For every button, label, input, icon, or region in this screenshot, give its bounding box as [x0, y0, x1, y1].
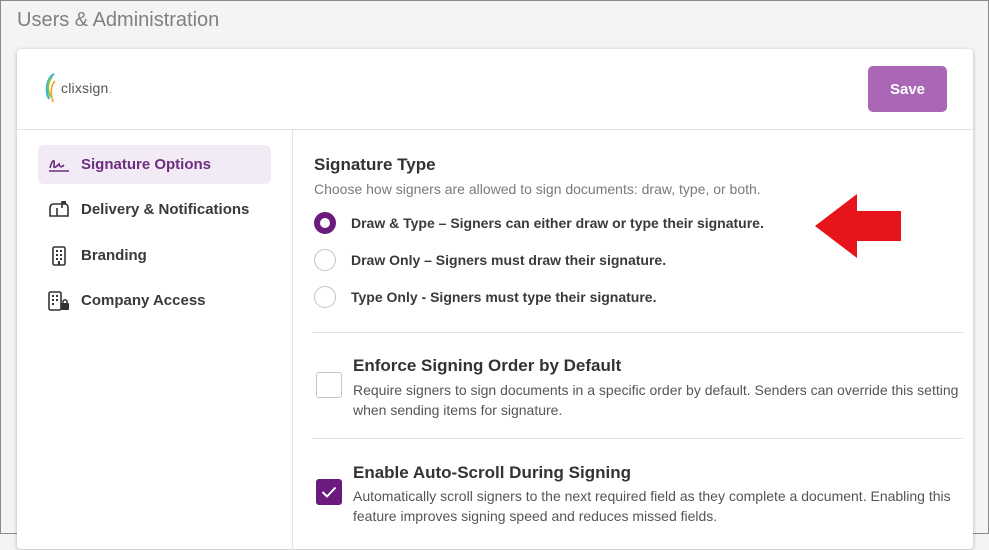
sidebar: Signature Options Delivery & Notificatio…: [17, 130, 293, 550]
divider: [312, 438, 963, 439]
checkmark-icon: [321, 486, 337, 498]
sidebar-item-signature-options[interactable]: Signature Options: [38, 145, 271, 184]
sidebar-item-company-access[interactable]: Company Access: [38, 281, 271, 320]
clixsign-logo: clixsign .: [43, 71, 112, 105]
sidebar-item-label: Branding: [81, 247, 147, 264]
building-lock-icon: [48, 290, 70, 312]
settings-card: clixsign . Save Signature Options Delive…: [17, 49, 973, 550]
signature-type-description: Choose how signers are allowed to sign d…: [314, 181, 761, 197]
annotation-arrow-icon: [815, 194, 901, 258]
auto-scroll-checkbox[interactable]: [316, 479, 342, 505]
signature-icon: [48, 154, 70, 176]
auto-scroll-title: Enable Auto-Scroll During Signing: [353, 463, 631, 482]
radio-type-only[interactable]: Type Only - Signers must type their sign…: [314, 284, 656, 310]
radio-draw-only[interactable]: Draw Only – Signers must draw their sign…: [314, 247, 666, 273]
clixsign-logo-icon: [45, 73, 56, 103]
auto-scroll-description: Automatically scroll signers to the next…: [353, 488, 951, 524]
card-header: clixsign . Save: [17, 49, 973, 130]
sidebar-item-label: Signature Options: [81, 156, 212, 173]
logo-text: clixsign: [61, 80, 109, 96]
enforce-signing-order-checkbox[interactable]: [316, 372, 342, 398]
radio-button[interactable]: [314, 212, 336, 234]
page-title: Users & Administration: [17, 9, 220, 31]
enforce-signing-order-description: Require signers to sign documents in a s…: [353, 382, 959, 418]
radio-draw-and-type[interactable]: Draw & Type – Signers can either draw or…: [314, 210, 764, 236]
radio-button[interactable]: [314, 249, 336, 271]
building-icon: [48, 245, 70, 267]
logo-mark: .: [109, 85, 113, 95]
radio-label: Draw & Type – Signers can either draw or…: [351, 215, 764, 231]
sidebar-item-label: Company Access: [81, 292, 206, 309]
divider: [312, 332, 963, 333]
settings-content: Signature Type Choose how signers are al…: [293, 130, 973, 549]
enforce-signing-order-title: Enforce Signing Order by Default: [353, 356, 622, 375]
sidebar-item-delivery-notifications[interactable]: Delivery & Notifications: [38, 190, 271, 229]
signature-type-title: Signature Type: [314, 155, 436, 174]
radio-button[interactable]: [314, 286, 336, 308]
radio-label: Draw Only – Signers must draw their sign…: [351, 252, 667, 268]
save-button[interactable]: Save: [868, 66, 947, 112]
radio-label: Type Only - Signers must type their sign…: [351, 289, 657, 305]
sidebar-item-branding[interactable]: Branding: [38, 236, 271, 275]
mailbox-icon: [48, 199, 70, 221]
sidebar-item-label: Delivery & Notifications: [81, 201, 250, 218]
